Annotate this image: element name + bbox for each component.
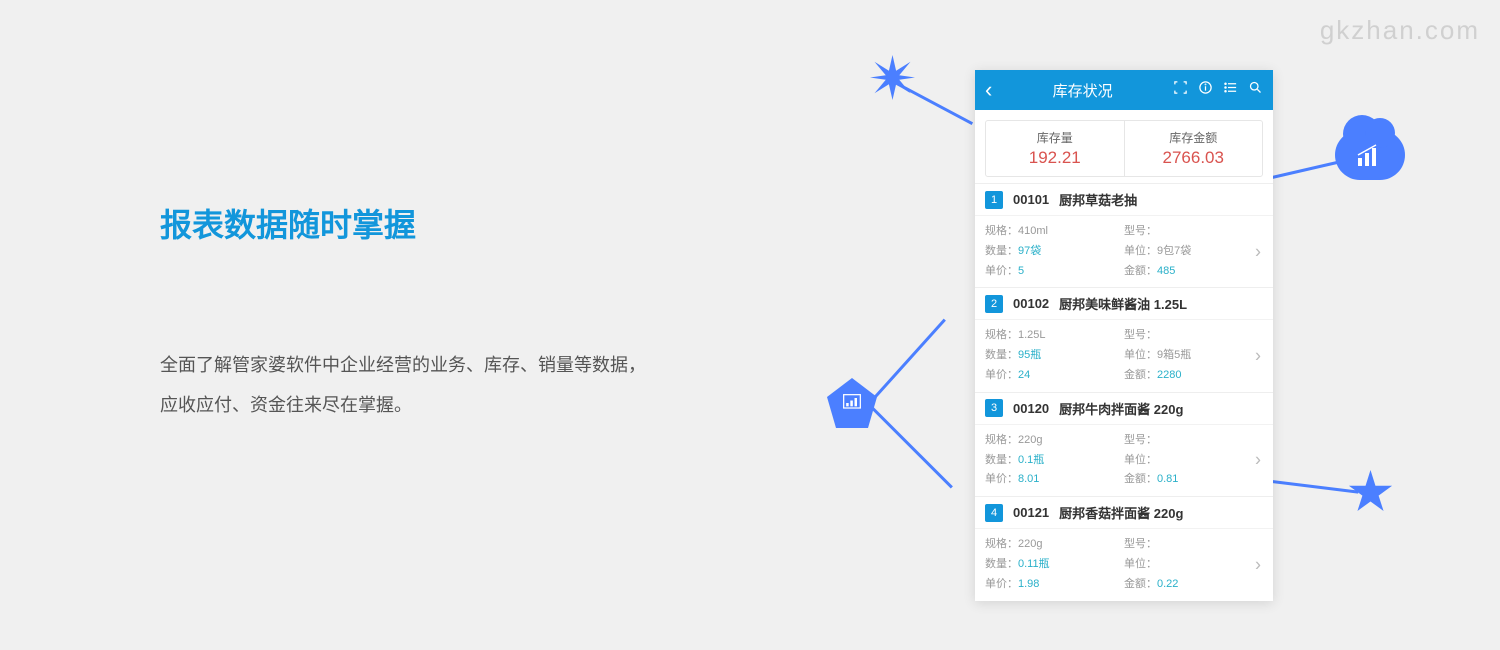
connector-line [870, 319, 945, 402]
item-amount: 金额：485 [1124, 262, 1263, 282]
chevron-right-icon: › [1255, 241, 1261, 262]
chevron-right-icon: › [1255, 450, 1261, 471]
item-body: 规格：1.25L 型号： 数量：95瓶 单位：9箱5瓶 单价：24 金额：228… [975, 319, 1273, 391]
summary-qty[interactable]: 库存量 192.21 [986, 121, 1125, 176]
item-spec: 规格：1.25L [985, 326, 1124, 346]
list-icon[interactable] [1223, 80, 1238, 100]
scan-icon[interactable] [1173, 80, 1188, 100]
item-body: 规格：220g 型号： 数量：0.11瓶 单位： 单价：1.98 金额：0.22… [975, 528, 1273, 600]
star-icon [1348, 470, 1393, 515]
phone-mockup: ‹ 库存状况 库存量 192.21 库存金额 2766.03 1 00101 厨… [975, 70, 1273, 601]
cloud-chart-icon [1335, 130, 1405, 180]
app-header: ‹ 库存状况 [975, 70, 1273, 110]
item-number: 3 [985, 399, 1003, 417]
item-amount: 金额：2280 [1124, 366, 1263, 386]
summary-qty-label: 库存量 [986, 129, 1124, 146]
item-price: 单价：24 [985, 366, 1124, 386]
item-price: 单价：8.01 [985, 470, 1124, 490]
item-header: 3 00120 厨邦牛肉拌面酱 220g [975, 393, 1273, 424]
item-name: 厨邦香菇拌面酱 220g [1059, 503, 1183, 522]
chevron-right-icon: › [1255, 346, 1261, 367]
item-price: 单价：1.98 [985, 575, 1124, 595]
connector-line [869, 404, 953, 488]
item-header: 1 00101 厨邦草菇老抽 [975, 184, 1273, 215]
item-amount: 金额：0.81 [1124, 470, 1263, 490]
info-icon[interactable] [1198, 80, 1213, 100]
item-amount: 金额：0.22 [1124, 575, 1263, 595]
item-number: 1 [985, 191, 1003, 209]
item-spec: 规格：220g [985, 431, 1124, 451]
starburst-icon [870, 55, 915, 100]
item-name: 厨邦草菇老抽 [1059, 190, 1137, 209]
item-number: 4 [985, 504, 1003, 522]
header-title: 库存状况 [1053, 80, 1113, 101]
item-model: 型号： [1124, 326, 1263, 346]
item-unit: 单位：9包7袋 [1124, 242, 1263, 262]
item-spec: 规格：220g [985, 535, 1124, 555]
item-number: 2 [985, 295, 1003, 313]
item-code: 00120 [1013, 401, 1049, 416]
list-item[interactable]: 2 00102 厨邦美味鲜酱油 1.25L 规格：1.25L 型号： 数量：95… [975, 287, 1273, 391]
pentagon-chart-icon [827, 378, 877, 428]
connector-line [1272, 480, 1359, 493]
item-name: 厨邦牛肉拌面酱 220g [1059, 399, 1183, 418]
left-content: 报表数据随时掌握 全面了解管家婆软件中企业经营的业务、库存、销量等数据，应收应付… [160, 200, 660, 425]
item-qty: 数量：0.11瓶 [985, 555, 1124, 575]
item-unit: 单位： [1124, 555, 1263, 575]
page-heading: 报表数据随时掌握 [160, 200, 660, 246]
item-body: 规格：220g 型号： 数量：0.1瓶 单位： 单价：8.01 金额：0.81 … [975, 424, 1273, 496]
item-qty: 数量：0.1瓶 [985, 451, 1124, 471]
item-spec: 规格：410ml [985, 222, 1124, 242]
item-name: 厨邦美味鲜酱油 1.25L [1059, 294, 1187, 313]
item-qty: 数量：95瓶 [985, 346, 1124, 366]
item-price: 单价：5 [985, 262, 1124, 282]
summary-amount[interactable]: 库存金额 2766.03 [1125, 121, 1263, 176]
item-code: 00121 [1013, 505, 1049, 520]
item-code: 00102 [1013, 296, 1049, 311]
watermark-text: gkzhan.com [1320, 15, 1480, 46]
item-header: 4 00121 厨邦香菇拌面酱 220g [975, 497, 1273, 528]
item-model: 型号： [1124, 431, 1263, 451]
summary-qty-value: 192.21 [986, 148, 1124, 168]
page-description: 全面了解管家婆软件中企业经营的业务、库存、销量等数据，应收应付、资金往来尽在掌握… [160, 346, 660, 425]
list-item[interactable]: 3 00120 厨邦牛肉拌面酱 220g 规格：220g 型号： 数量：0.1瓶… [975, 392, 1273, 496]
summary-amount-value: 2766.03 [1125, 148, 1263, 168]
item-model: 型号： [1124, 222, 1263, 242]
list-item[interactable]: 4 00121 厨邦香菇拌面酱 220g 规格：220g 型号： 数量：0.11… [975, 496, 1273, 600]
item-header: 2 00102 厨邦美味鲜酱油 1.25L [975, 288, 1273, 319]
item-body: 规格：410ml 型号： 数量：97袋 单位：9包7袋 单价：5 金额：485 … [975, 215, 1273, 287]
item-qty: 数量：97袋 [985, 242, 1124, 262]
item-unit: 单位： [1124, 451, 1263, 471]
summary-box: 库存量 192.21 库存金额 2766.03 [985, 120, 1263, 177]
search-icon[interactable] [1248, 80, 1263, 100]
summary-amount-label: 库存金额 [1125, 129, 1263, 146]
item-code: 00101 [1013, 192, 1049, 207]
chevron-right-icon: › [1255, 554, 1261, 575]
inventory-list: 1 00101 厨邦草菇老抽 规格：410ml 型号： 数量：97袋 单位：9包… [975, 183, 1273, 601]
list-item[interactable]: 1 00101 厨邦草菇老抽 规格：410ml 型号： 数量：97袋 单位：9包… [975, 183, 1273, 287]
item-model: 型号： [1124, 535, 1263, 555]
item-unit: 单位：9箱5瓶 [1124, 346, 1263, 366]
back-icon[interactable]: ‹ [985, 77, 992, 103]
